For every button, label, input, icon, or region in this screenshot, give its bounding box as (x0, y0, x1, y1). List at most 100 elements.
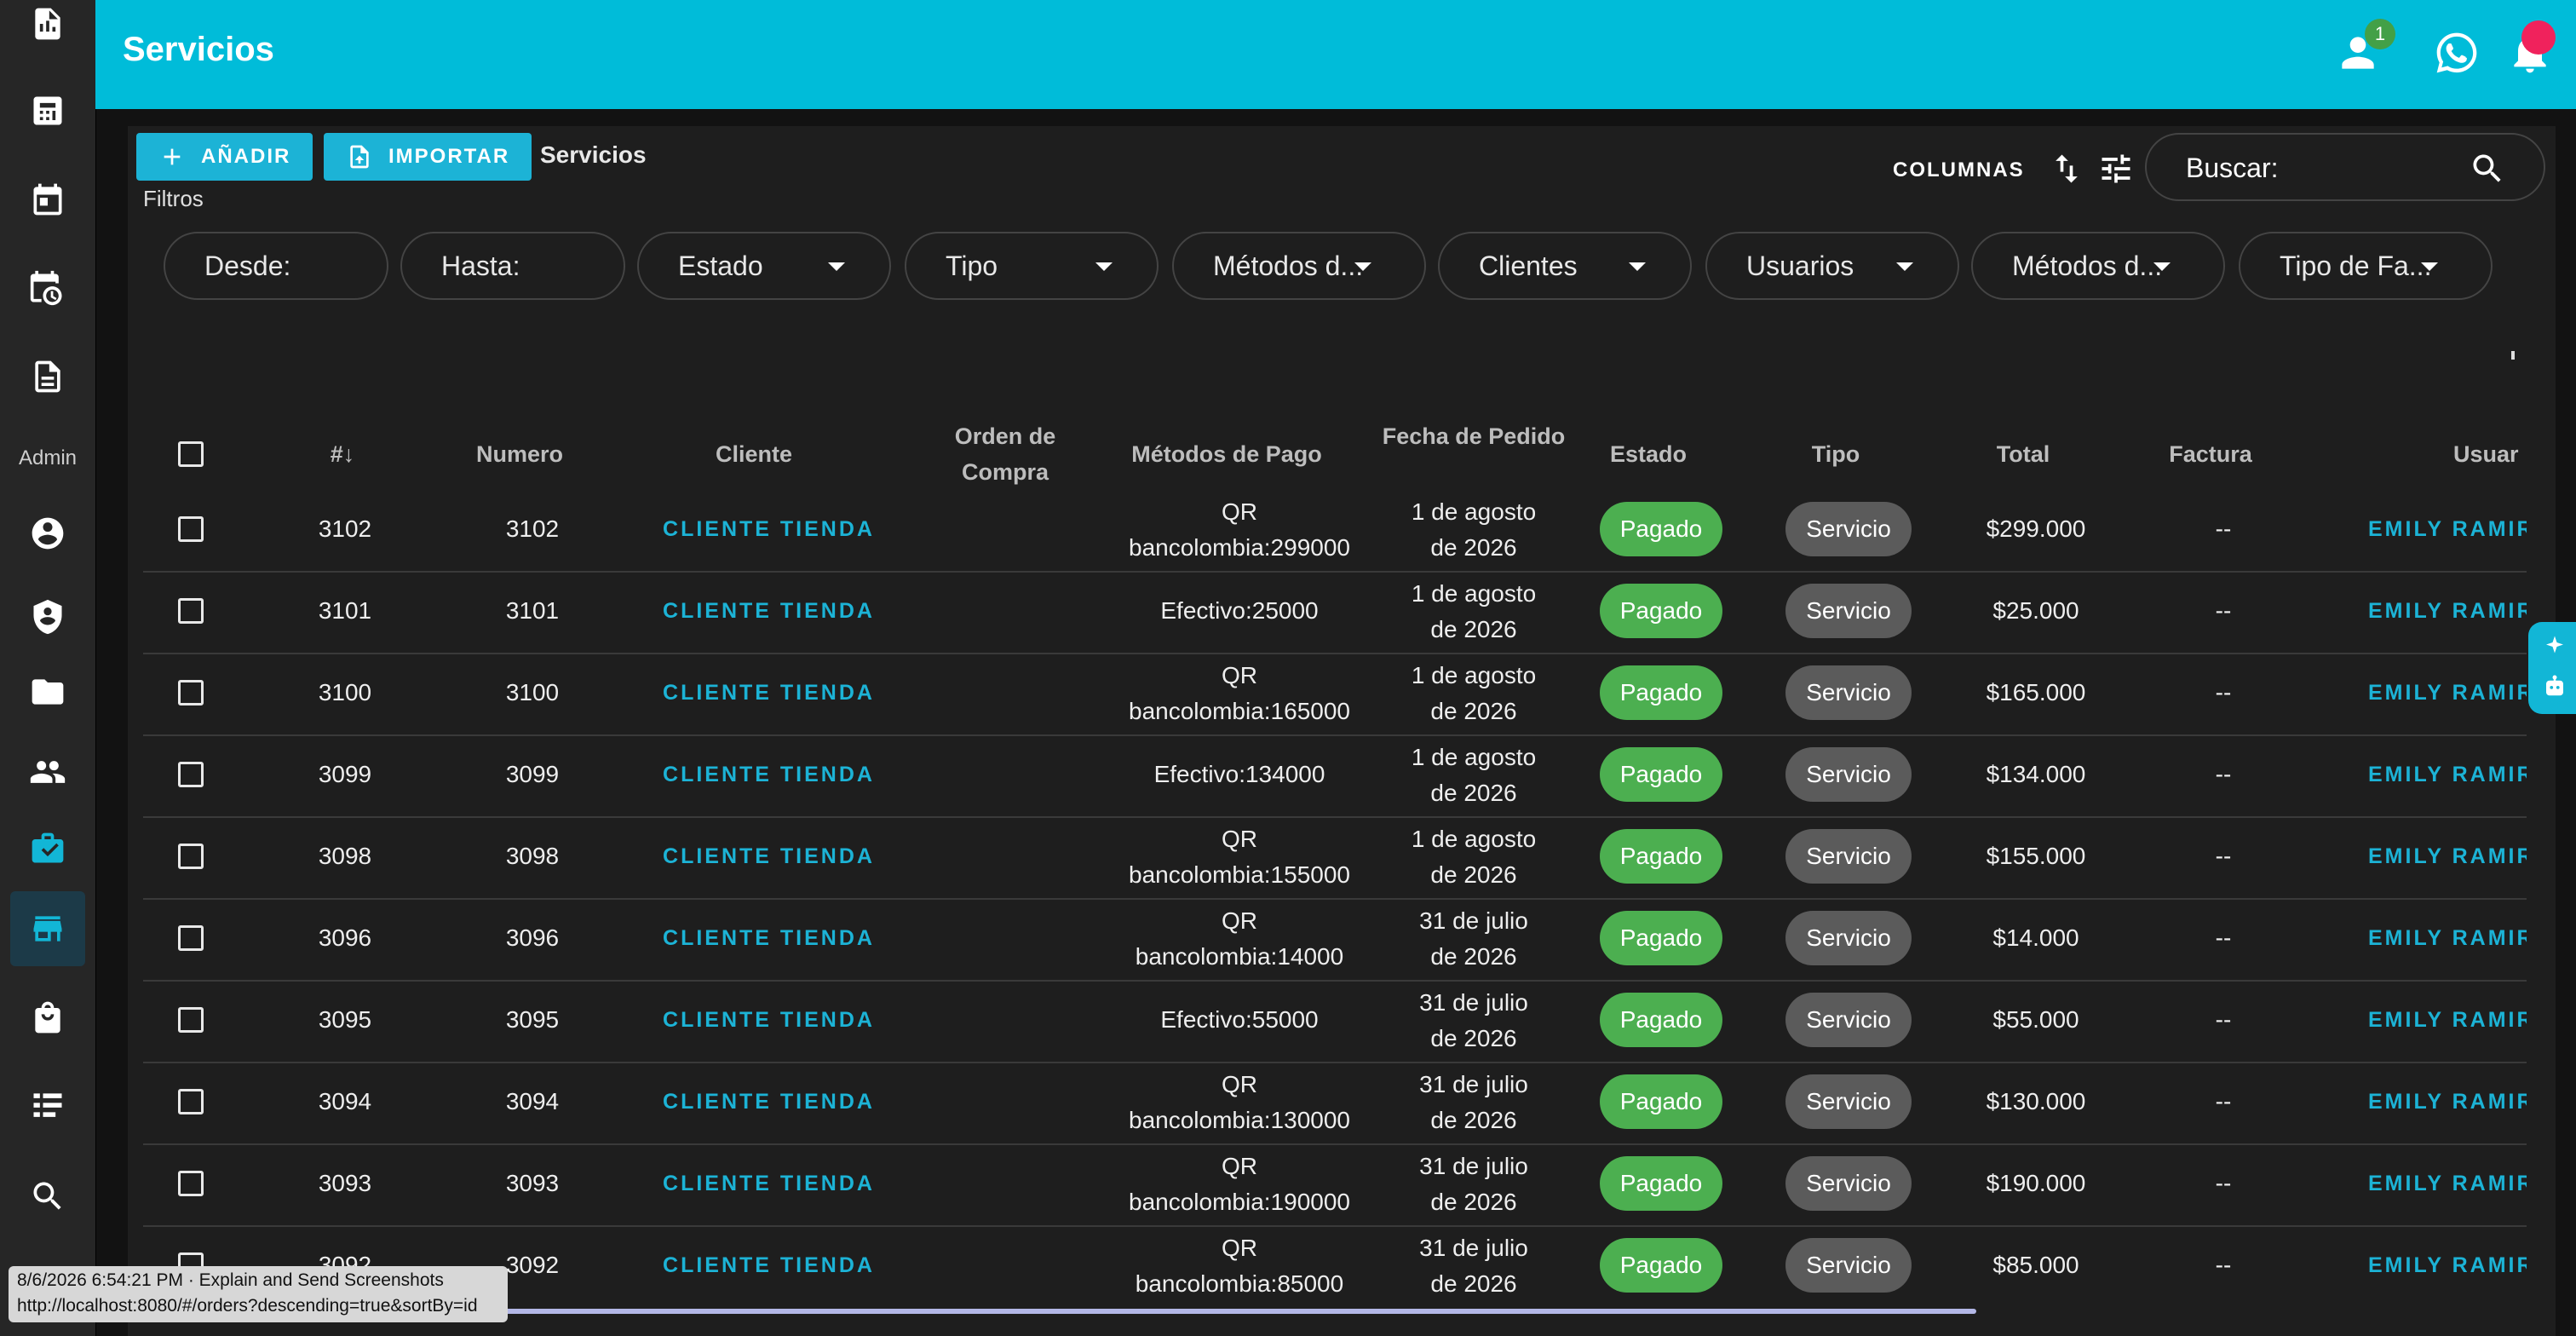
folder-icon[interactable] (10, 654, 85, 729)
calculator-icon[interactable] (10, 73, 85, 148)
user-link[interactable]: EMILY RAMIRE (2368, 675, 2527, 711)
filter-status[interactable]: Estado (637, 232, 891, 300)
row-divider (143, 571, 2527, 573)
payment-line: bancolombia:155000 (1129, 861, 1350, 888)
store-icon[interactable] (10, 891, 85, 966)
row-checkbox[interactable] (178, 598, 204, 624)
cell-payment-method: Efectivo:55000 (1160, 1006, 1319, 1033)
row-checkbox[interactable] (178, 844, 204, 869)
cell-numero: 3096 (505, 924, 560, 951)
payment-line: bancolombia:299000 (1129, 534, 1350, 561)
payment-line: bancolombia:85000 (1135, 1270, 1344, 1297)
type-badge: Servicio (1785, 993, 1912, 1047)
column-header-factura[interactable]: Factura (2147, 436, 2274, 472)
cell-payment-method: QR bancolombia:165000 (1099, 658, 1380, 729)
row-checkbox[interactable] (178, 1089, 204, 1114)
client-link[interactable]: CLIENTE TIENDA (647, 838, 890, 874)
row-checkbox[interactable] (178, 680, 204, 705)
user-link[interactable]: EMILY RAMIRE (2368, 920, 2527, 956)
user-link[interactable]: EMILY RAMIRE (2368, 1002, 2527, 1038)
column-header-fecha[interactable]: Fecha de Pedido (1363, 418, 1584, 454)
column-header-orden[interactable]: Orden de Compra (920, 418, 1090, 490)
sort-icon[interactable] (2048, 150, 2089, 191)
calendar-icon[interactable] (10, 162, 85, 237)
client-link[interactable]: CLIENTE TIENDA (647, 1166, 890, 1201)
type-badge: Servicio (1785, 911, 1912, 965)
cell-total: $299.000 (1986, 515, 2086, 542)
client-link[interactable]: CLIENTE TIENDA (647, 511, 890, 547)
whatsapp-icon[interactable] (2433, 29, 2484, 80)
client-link[interactable]: CLIENTE TIENDA (647, 675, 890, 711)
user-link[interactable]: EMILY RAMIRE (2368, 838, 2527, 874)
filter-label: Tipo de Fa... (2280, 250, 2432, 281)
user-link[interactable]: EMILY RAMIRE (2368, 1247, 2527, 1283)
report-icon[interactable] (10, 0, 85, 61)
columns-button[interactable]: COLUMNAS (1893, 158, 2025, 182)
shield-account-icon[interactable] (10, 579, 85, 654)
client-link[interactable]: CLIENTE TIENDA (647, 920, 890, 956)
user-link[interactable]: EMILY RAMIRE (2368, 511, 2527, 547)
filter-from-date[interactable]: Desde: (164, 232, 388, 300)
status-badge: Pagado (1600, 829, 1722, 884)
column-header-usuario[interactable]: Usuar (2453, 436, 2530, 472)
filter-users[interactable]: Usuarios (1705, 232, 1959, 300)
filter-invoice-type[interactable]: Tipo de Fa... (2239, 232, 2493, 300)
calendar-clock-icon[interactable] (10, 250, 85, 325)
import-button[interactable]: IMPORTAR (324, 133, 532, 181)
column-header-estado[interactable]: Estado (1593, 436, 1704, 472)
row-checkbox[interactable] (178, 762, 204, 787)
briefcase-icon[interactable] (10, 811, 85, 886)
search-icon[interactable] (10, 1159, 85, 1234)
row-checkbox[interactable] (178, 516, 204, 542)
document-icon[interactable] (10, 339, 85, 414)
column-header-id[interactable]: #↓ (317, 436, 368, 472)
filter-type[interactable]: Tipo (905, 232, 1159, 300)
list-icon[interactable] (10, 1068, 85, 1143)
date-line: de 2026 (1430, 1189, 1517, 1215)
filter-to-date[interactable]: Hasta: (400, 232, 625, 300)
row-checkbox[interactable] (178, 1007, 204, 1033)
column-header-label: Compra (961, 459, 1049, 485)
user-link[interactable]: EMILY RAMIRE (2368, 757, 2527, 792)
row-checkbox[interactable] (178, 925, 204, 951)
row-divider (143, 980, 2527, 982)
client-link[interactable]: CLIENTE TIENDA (647, 757, 890, 792)
cell-numero: 3095 (505, 1006, 560, 1033)
client-link[interactable]: CLIENTE TIENDA (647, 1002, 890, 1038)
group-icon[interactable] (10, 734, 85, 809)
column-header-label: # (330, 441, 343, 467)
account-icon[interactable] (10, 496, 85, 571)
column-header-cliente[interactable]: Cliente (681, 436, 826, 472)
date-line: de 2026 (1430, 698, 1517, 724)
filter-payment-methods-2[interactable]: Métodos d... (1971, 232, 2225, 300)
column-header-tipo[interactable]: Tipo (1780, 436, 1891, 472)
shopping-bag-icon[interactable] (10, 980, 85, 1055)
client-link[interactable]: CLIENTE TIENDA (647, 1084, 890, 1120)
search-input[interactable] (2184, 150, 2460, 186)
column-header-numero[interactable]: Numero (451, 436, 588, 472)
horizontal-scrollbar[interactable] (256, 1309, 1976, 1314)
column-header-metodos[interactable]: Métodos de Pago (1107, 436, 1346, 472)
user-link[interactable]: EMILY RAMIRE (2368, 593, 2527, 629)
assistant-widget[interactable] (2528, 622, 2576, 714)
user-link[interactable]: EMILY RAMIRE (2368, 1166, 2527, 1201)
row-checkbox[interactable] (178, 1171, 204, 1196)
payment-line: QR (1222, 498, 1257, 525)
date-line: de 2026 (1430, 534, 1517, 561)
cell-invoice: -- (2215, 679, 2232, 705)
filter-payment-methods[interactable]: Métodos d... (1172, 232, 1426, 300)
select-all-checkbox[interactable] (178, 441, 204, 467)
status-badge: Pagado (1600, 1156, 1722, 1211)
client-link[interactable]: CLIENTE TIENDA (647, 1247, 890, 1283)
cell-id: 3095 (318, 1006, 372, 1033)
cell-invoice: -- (2215, 1252, 2232, 1278)
add-button[interactable]: AÑADIR (136, 133, 313, 181)
filter-clients[interactable]: Clientes (1438, 232, 1692, 300)
client-link[interactable]: CLIENTE TIENDA (647, 593, 890, 629)
tune-icon[interactable] (2097, 150, 2138, 191)
user-link[interactable]: EMILY RAMIRE (2368, 1084, 2527, 1120)
row-divider (143, 1062, 2527, 1063)
column-header-total[interactable]: Total (1968, 436, 2079, 472)
search-icon[interactable] (2469, 150, 2506, 187)
add-button-label: AÑADIR (201, 145, 291, 168)
